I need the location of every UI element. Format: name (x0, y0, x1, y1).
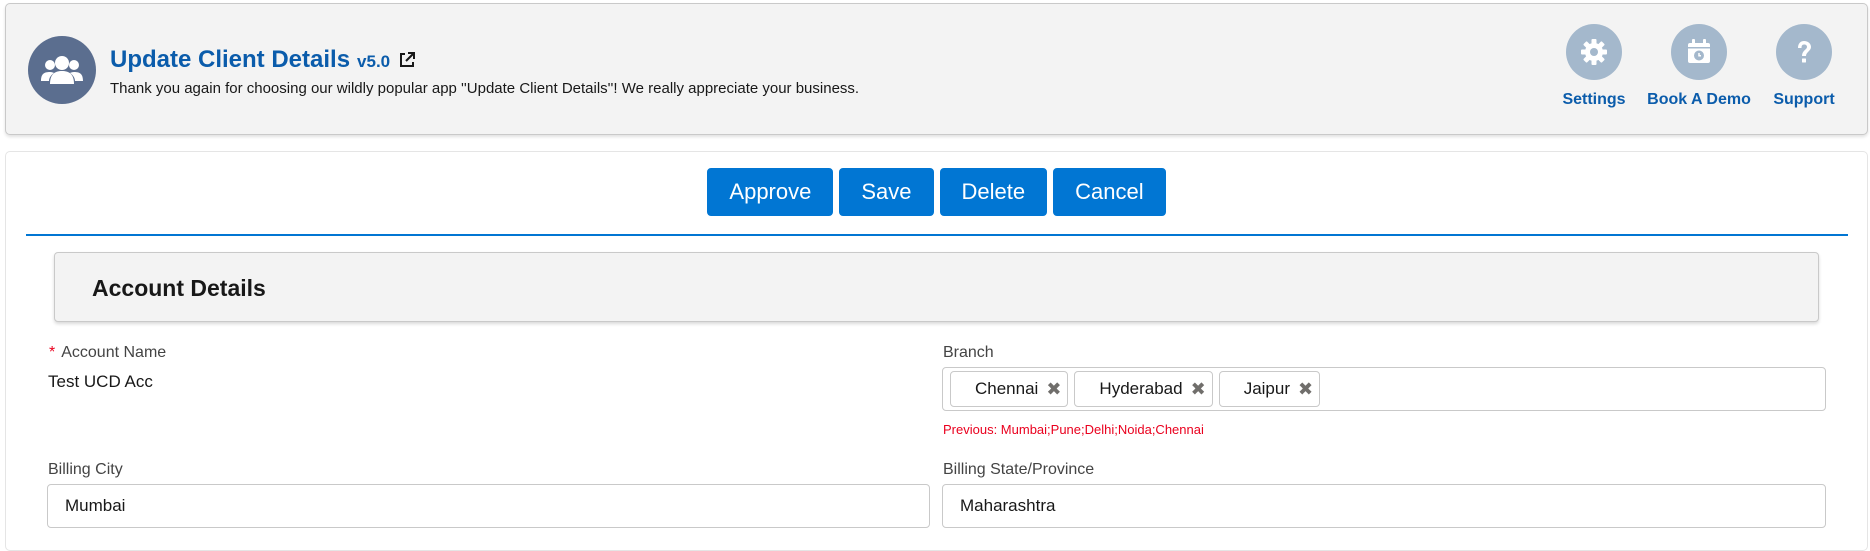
support-button[interactable]: Support (1759, 24, 1849, 109)
remove-icon[interactable]: ✖ (1298, 380, 1313, 398)
action-toolbar: Approve Save Delete Cancel (6, 168, 1867, 216)
main-card: Approve Save Delete Cancel Account Detai… (5, 151, 1868, 551)
app-title: Update Client Details (110, 46, 351, 73)
branch-multiselect[interactable]: Chennai ✖ Hyderabad ✖ Jaipur ✖ (942, 367, 1826, 411)
billing-city-label: Billing City (48, 461, 123, 478)
cancel-button[interactable]: Cancel (1053, 168, 1166, 216)
approve-button[interactable]: Approve (707, 168, 834, 216)
header-actions: Settings Book A Demo Support (1549, 24, 1849, 109)
save-button[interactable]: Save (839, 168, 934, 216)
section-header[interactable]: Account Details (54, 252, 1819, 322)
settings-label: Settings (1562, 91, 1626, 108)
gear-icon (1566, 24, 1622, 80)
app-subtitle: Thank you again for choosing our wildly … (110, 80, 860, 97)
required-marker: * (49, 344, 56, 361)
external-link-icon[interactable] (398, 51, 416, 74)
account-name-label: * Account Name (49, 344, 166, 362)
toolbar-divider (26, 234, 1848, 236)
settings-button[interactable]: Settings (1549, 24, 1639, 109)
branch-pill-label: Chennai (975, 379, 1039, 398)
app-title-row: Update Client Details v5.0 (110, 46, 416, 74)
branch-pill-label: Hyderabad (1099, 379, 1183, 398)
billing-city-input[interactable] (47, 484, 930, 528)
branch-previous-value: Previous: Mumbai;Pune;Delhi;Noida;Chenna… (943, 422, 1204, 437)
calendar-icon (1671, 24, 1727, 80)
remove-icon[interactable]: ✖ (1046, 380, 1061, 398)
section-title: Account Details (92, 275, 266, 301)
account-name-label-text: Account Name (61, 344, 167, 361)
question-icon (1776, 24, 1832, 80)
branch-label: Branch (943, 344, 994, 361)
delete-button[interactable]: Delete (939, 168, 1048, 216)
book-a-demo-button[interactable]: Book A Demo (1639, 24, 1759, 109)
account-name-value: Test UCD Acc (48, 372, 153, 391)
branch-pill-label: Jaipur (1243, 379, 1290, 398)
branch-pill[interactable]: Jaipur ✖ (1218, 371, 1321, 407)
billing-state-label: Billing State/Province (943, 461, 1095, 478)
group-icon (28, 36, 96, 104)
remove-icon[interactable]: ✖ (1191, 380, 1206, 398)
support-label: Support (1773, 91, 1835, 108)
branch-pill[interactable]: Chennai ✖ (950, 371, 1069, 407)
billing-state-input[interactable] (942, 484, 1826, 528)
app-version: v5.0 (357, 52, 391, 71)
book-a-demo-label: Book A Demo (1647, 91, 1751, 108)
app-header: Update Client Details v5.0 Thank you aga… (5, 3, 1868, 135)
branch-pill[interactable]: Hyderabad ✖ (1074, 371, 1213, 407)
